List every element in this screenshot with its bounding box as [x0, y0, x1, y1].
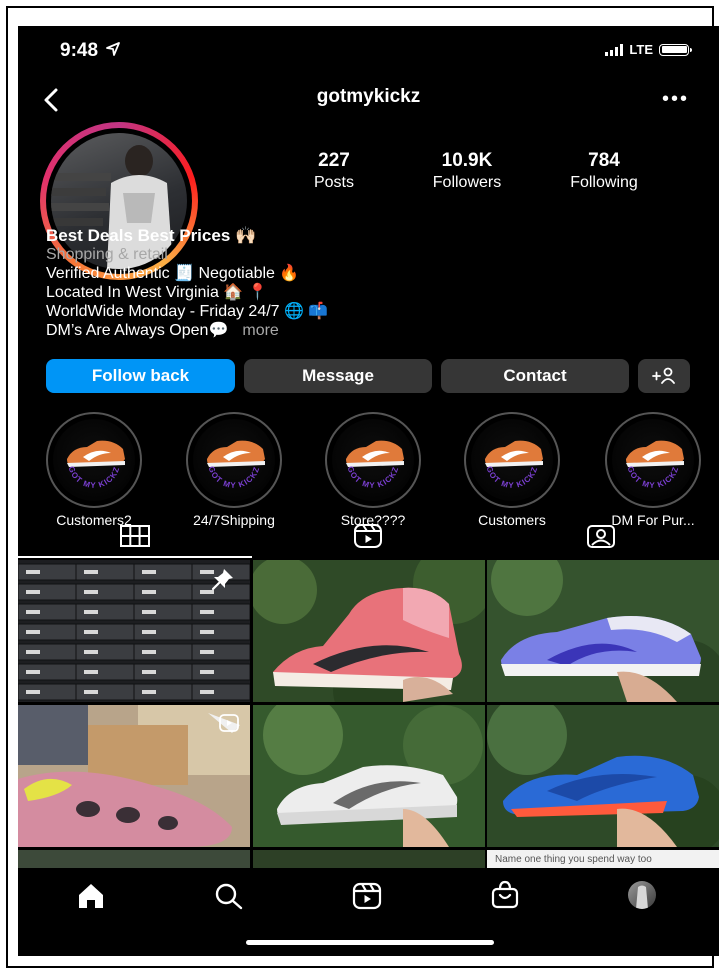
story-highlight[interactable]: GOT MY KICKZ Customers2: [39, 412, 149, 528]
contact-button[interactable]: Contact: [441, 359, 629, 393]
home-indicator: [246, 940, 494, 945]
bio-line: Verified Authentic 🧾 Negotiable 🔥: [46, 265, 300, 282]
tagged-icon[interactable]: [585, 522, 617, 550]
highlight-logo: GOT MY KICKZ: [471, 419, 553, 501]
profile-username: gotmykickz: [316, 86, 421, 107]
post-thumbnail[interactable]: [253, 560, 485, 702]
highlight-cover: GOT MY KICKZ: [325, 412, 421, 508]
battery-icon: [659, 43, 692, 56]
post-thumbnail[interactable]: [18, 850, 250, 868]
highlight-cover: GOT MY KICKZ: [46, 412, 142, 508]
story-highlight[interactable]: GOT MY KICKZ Store????: [318, 412, 428, 528]
highlight-shoe-logo: GOT MY KICKZ: [484, 440, 543, 490]
follow-back-button[interactable]: Follow back: [46, 359, 235, 393]
post-thumbnail[interactable]: [253, 850, 485, 868]
post-thumbnail[interactable]: [18, 705, 250, 847]
network-label: LTE: [629, 42, 653, 57]
highlight-shoe-logo: GOT MY KICKZ: [625, 440, 684, 490]
svg-text:GOT MY KICKZ: GOT MY KICKZ: [484, 465, 539, 490]
posts-count[interactable]: 227 Posts: [301, 150, 367, 192]
post-thumbnail[interactable]: [487, 705, 719, 847]
followers-value: 10.9K: [441, 150, 493, 171]
bio-line: DM’s Are Always Open💬: [46, 322, 229, 339]
highlight-logo: GOT MY KICKZ: [53, 419, 135, 501]
profile-bio: Best Deals Best Prices 🙌🏻 Shopping & ret…: [46, 226, 328, 340]
story-highlight[interactable]: GOT MY KICKZ Customers: [457, 412, 567, 528]
highlight-shoe-logo: GOT MY KICKZ: [206, 440, 265, 490]
highlight-logo: GOT MY KICKZ: [612, 419, 694, 501]
svg-text:GOT MY KICKZ: GOT MY KICKZ: [345, 465, 400, 490]
add-person-icon: [652, 367, 675, 384]
posts-label: Posts: [313, 174, 354, 191]
highlight-logo: GOT MY KICKZ: [332, 419, 414, 501]
search-icon[interactable]: [214, 882, 244, 910]
status-time: 9:48: [60, 40, 121, 62]
post-caption-preview: Name one thing you spend way too: [495, 854, 652, 865]
highlight-cover: GOT MY KICKZ: [605, 412, 701, 508]
nav-avatar-image: [636, 885, 648, 909]
profile-display-name: Best Deals Best Prices 🙌🏻: [46, 226, 257, 245]
highlight-cover: GOT MY KICKZ: [464, 412, 560, 508]
followers-label: Followers: [432, 174, 502, 191]
foam-runner-image: [18, 705, 250, 847]
phone-screen: 9:48 LTE gotmykickz ••• 227 Posts 10.9K …: [18, 26, 719, 956]
signal-icon: [605, 43, 624, 56]
followers-count[interactable]: 10.9K Followers: [412, 150, 522, 192]
pin-icon: [211, 569, 233, 591]
svg-text:GOT MY KICKZ: GOT MY KICKZ: [206, 465, 261, 490]
more-options-icon[interactable]: •••: [662, 88, 689, 111]
highlight-shoe-logo: GOT MY KICKZ: [345, 440, 404, 490]
following-label: Following: [570, 174, 638, 191]
reels-nav-icon[interactable]: [352, 881, 382, 911]
status-indicators: LTE: [605, 42, 692, 57]
location-arrow-icon: [106, 42, 121, 56]
purple-sneaker-image: [487, 560, 719, 702]
home-icon[interactable]: [76, 882, 106, 910]
bio-line-last: DM’s Are Always Open💬 more: [46, 321, 328, 340]
post-thumbnail[interactable]: [253, 705, 485, 847]
bio-more-link[interactable]: more: [242, 322, 278, 339]
svg-text:GOT MY KICKZ: GOT MY KICKZ: [66, 465, 121, 490]
reel-indicator-icon: [219, 714, 239, 732]
post-thumbnail[interactable]: [18, 560, 250, 702]
pink-sneaker-image: [253, 560, 485, 702]
active-tab-indicator: [18, 556, 252, 558]
message-button[interactable]: Message: [244, 359, 432, 393]
profile-tabs: [18, 516, 719, 558]
profile-nav-avatar[interactable]: [628, 881, 656, 909]
post-thumbnail[interactable]: Name one thing you spend way too: [487, 850, 719, 868]
reels-icon[interactable]: [352, 522, 384, 550]
profile-category: Shopping & retail: [46, 246, 168, 263]
shop-icon[interactable]: [490, 880, 520, 910]
following-value: 784: [588, 150, 620, 171]
blue-yeezy-image: [487, 705, 719, 847]
status-time-text: 9:48: [60, 40, 99, 61]
bio-line: Located In West Virginia 🏠 📍: [46, 284, 268, 301]
white-sneaker-image: [253, 705, 485, 847]
story-highlight[interactable]: GOT MY KICKZ 24/7Shipping: [179, 412, 289, 528]
following-count[interactable]: 784 Following: [548, 150, 660, 192]
svg-text:GOT MY KICKZ: GOT MY KICKZ: [625, 465, 680, 490]
grid-icon[interactable]: [119, 524, 151, 548]
highlight-shoe-logo: GOT MY KICKZ: [66, 440, 125, 490]
posts-value: 227: [318, 150, 350, 171]
post-thumbnail[interactable]: [487, 560, 719, 702]
bio-line: WorldWide Monday - Friday 24/7 🌐 📫: [46, 303, 329, 320]
suggested-users-button[interactable]: [638, 359, 690, 393]
story-highlight[interactable]: GOT MY KICKZ DM For Pur...: [594, 412, 712, 528]
highlight-logo: GOT MY KICKZ: [193, 419, 275, 501]
highlight-cover: GOT MY KICKZ: [186, 412, 282, 508]
